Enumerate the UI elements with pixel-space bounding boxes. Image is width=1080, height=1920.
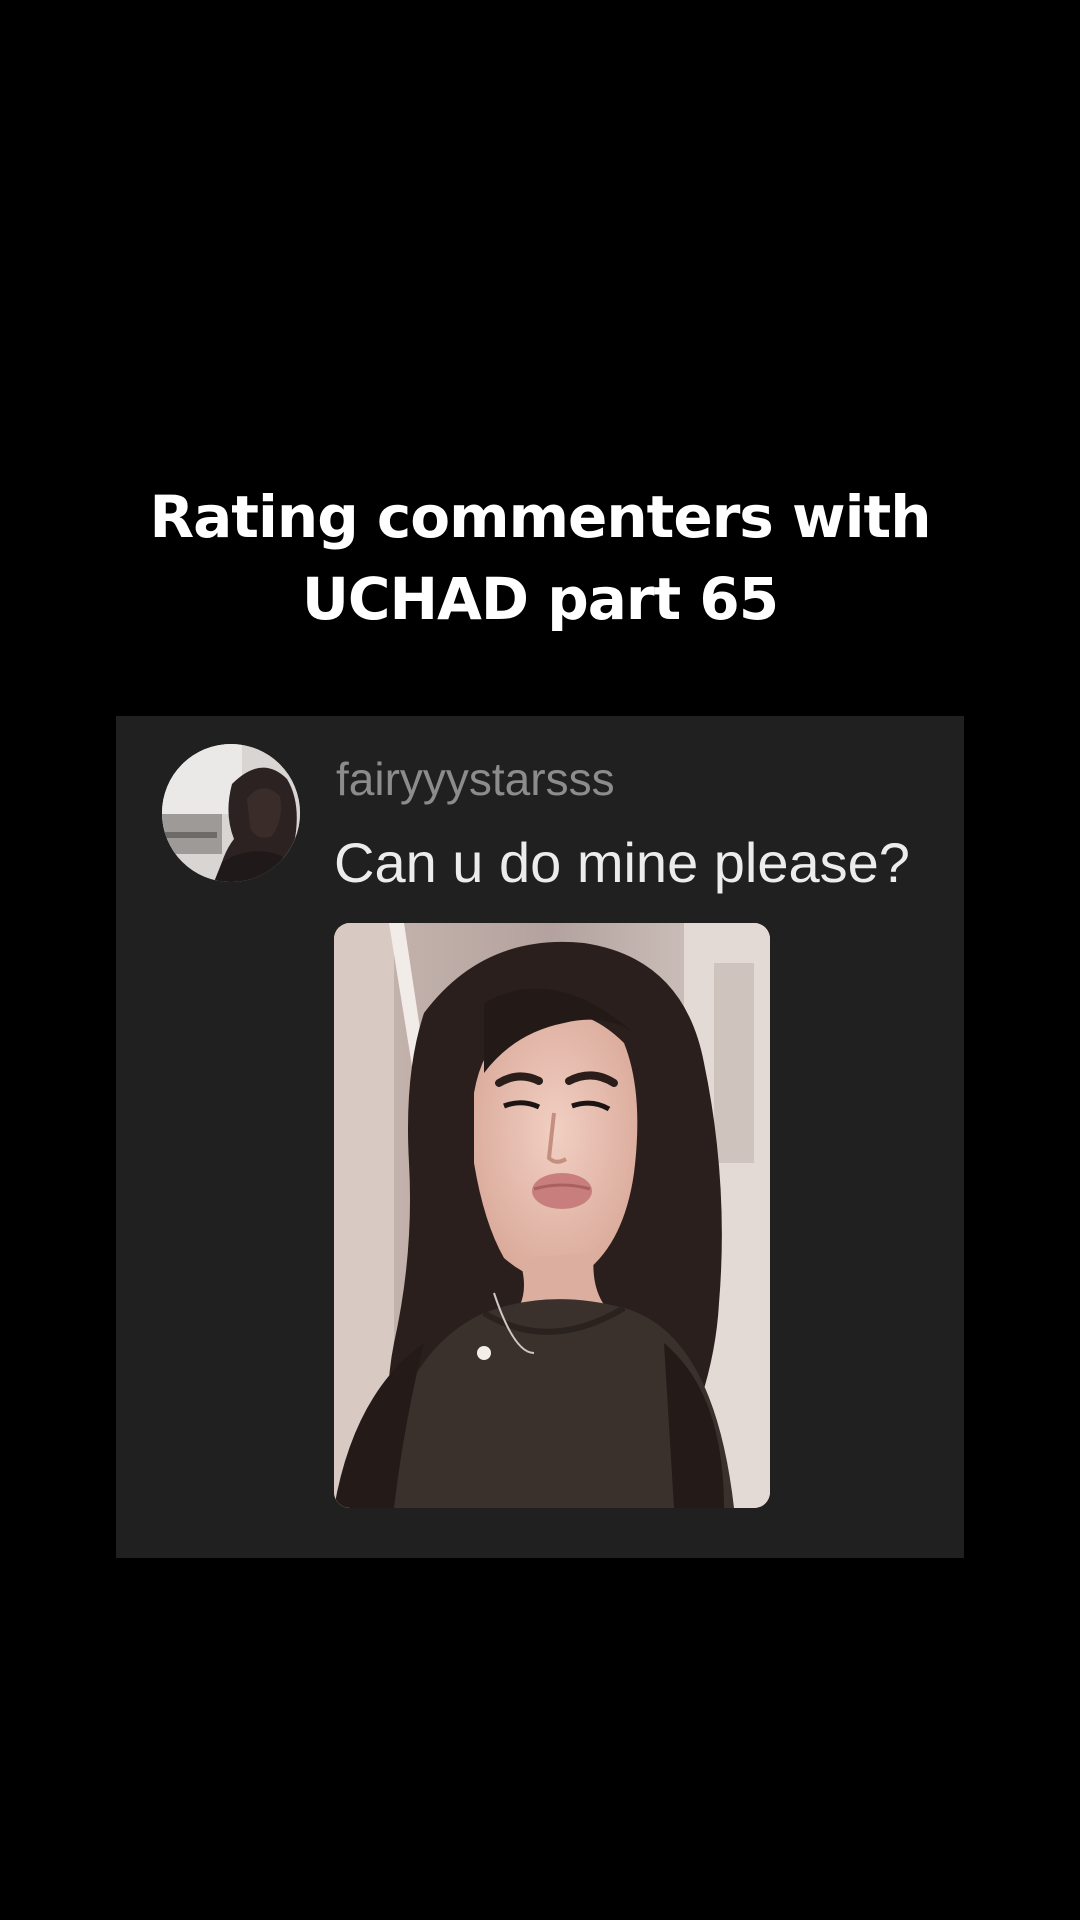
comment-attachment-photo[interactable]: [334, 923, 770, 1508]
commenter-username[interactable]: fairyyystarsss: [336, 752, 615, 806]
avatar-photo-icon: [162, 744, 300, 882]
commenter-avatar[interactable]: [162, 744, 300, 882]
caption-line-2: UCHAD part 65: [301, 565, 779, 633]
selfie-photo-icon: [334, 923, 770, 1508]
caption-line-1: Rating commenters with: [149, 483, 932, 551]
video-caption: Rating commenters with UCHAD part 65: [0, 476, 1080, 640]
comment-text: Can u do mine please?: [334, 831, 910, 894]
comment-card: fairyyystarsss Can u do mine please?: [116, 716, 964, 1558]
